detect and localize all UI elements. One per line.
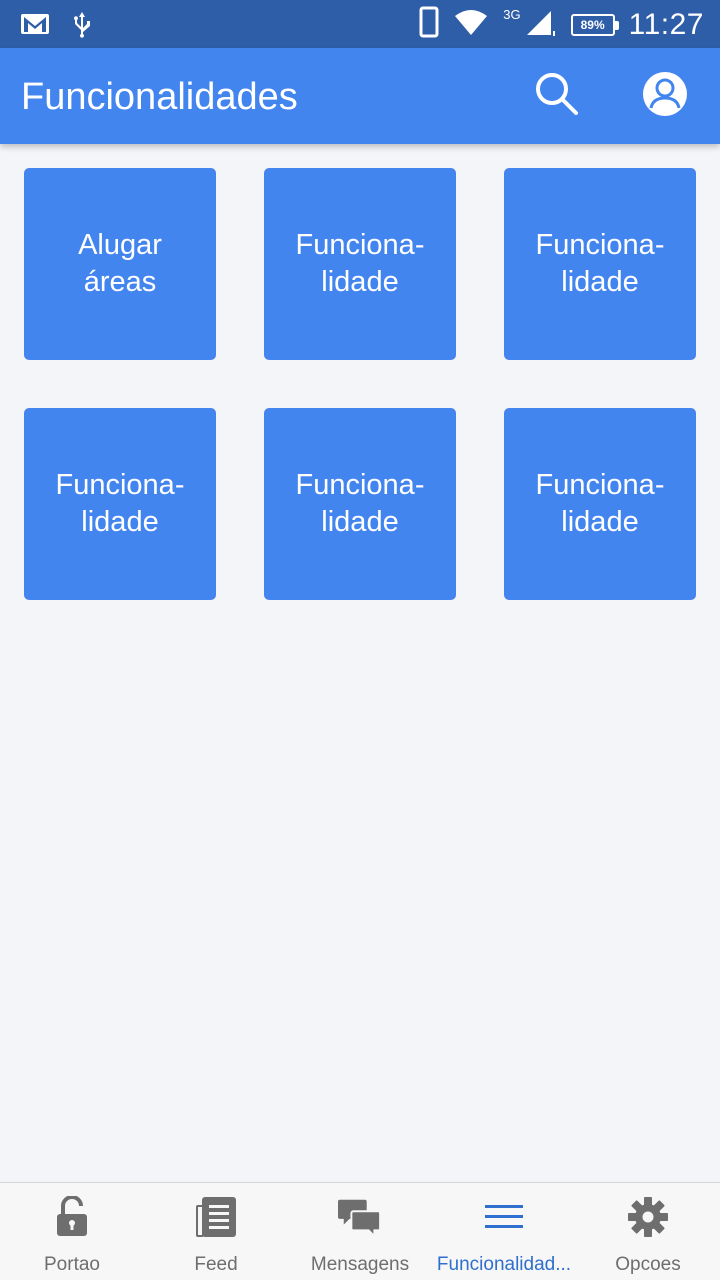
account-circle-icon xyxy=(641,70,689,123)
lock-icon xyxy=(50,1195,94,1239)
menu-icon xyxy=(482,1195,526,1239)
chat-icon xyxy=(338,1195,382,1239)
signal-icon xyxy=(525,7,557,42)
search-icon xyxy=(534,71,580,122)
wifi-icon xyxy=(453,8,489,41)
nav-item-funcionalidades[interactable]: Funcionalidad... xyxy=(432,1183,576,1280)
battery-indicator: 89% xyxy=(570,13,619,36)
status-bar-right: 3G 89% 11:27 xyxy=(419,6,704,43)
profile-button[interactable] xyxy=(641,70,689,123)
feed-icon xyxy=(194,1195,238,1239)
feature-tile[interactable]: Funciona- lidade xyxy=(264,408,456,600)
page-title: Funcionalidades xyxy=(21,76,298,118)
usb-icon xyxy=(72,10,92,43)
feature-tile[interactable]: Funciona- lidade xyxy=(504,168,696,360)
nav-label: Feed xyxy=(194,1254,238,1275)
network-type-label: 3G xyxy=(503,7,521,22)
gmail-icon xyxy=(20,12,50,41)
feature-tile[interactable]: Funciona- lidade xyxy=(504,408,696,600)
nav-label: Mensagens xyxy=(310,1254,410,1275)
gear-icon xyxy=(626,1195,670,1239)
features-grid: Alugar áreas Funciona- lidade Funciona- … xyxy=(24,168,696,600)
status-bar: 3G 89% 11:27 xyxy=(0,0,720,48)
clock: 11:27 xyxy=(628,7,704,41)
search-button[interactable] xyxy=(533,72,581,120)
nav-item-mensagens[interactable]: Mensagens xyxy=(288,1183,432,1280)
feature-tile[interactable]: Funciona- lidade xyxy=(24,408,216,600)
nav-item-portao[interactable]: Portao xyxy=(0,1183,144,1280)
nav-item-feed[interactable]: Feed xyxy=(144,1183,288,1280)
nav-label: Funcionalidad... xyxy=(436,1254,572,1275)
feature-tile-alugar-areas[interactable]: Alugar áreas xyxy=(24,168,216,360)
phone-icon xyxy=(419,6,439,43)
app-bar: Funcionalidades xyxy=(0,48,720,144)
feature-tile[interactable]: Funciona- lidade xyxy=(264,168,456,360)
nav-label: Opcoes xyxy=(615,1254,681,1275)
status-bar-left xyxy=(20,10,92,43)
bottom-navigation: Portao Feed Mensagens Funcionalidad... O… xyxy=(0,1182,720,1280)
nav-item-opcoes[interactable]: Opcoes xyxy=(576,1183,720,1280)
nav-label: Portao xyxy=(44,1254,100,1275)
